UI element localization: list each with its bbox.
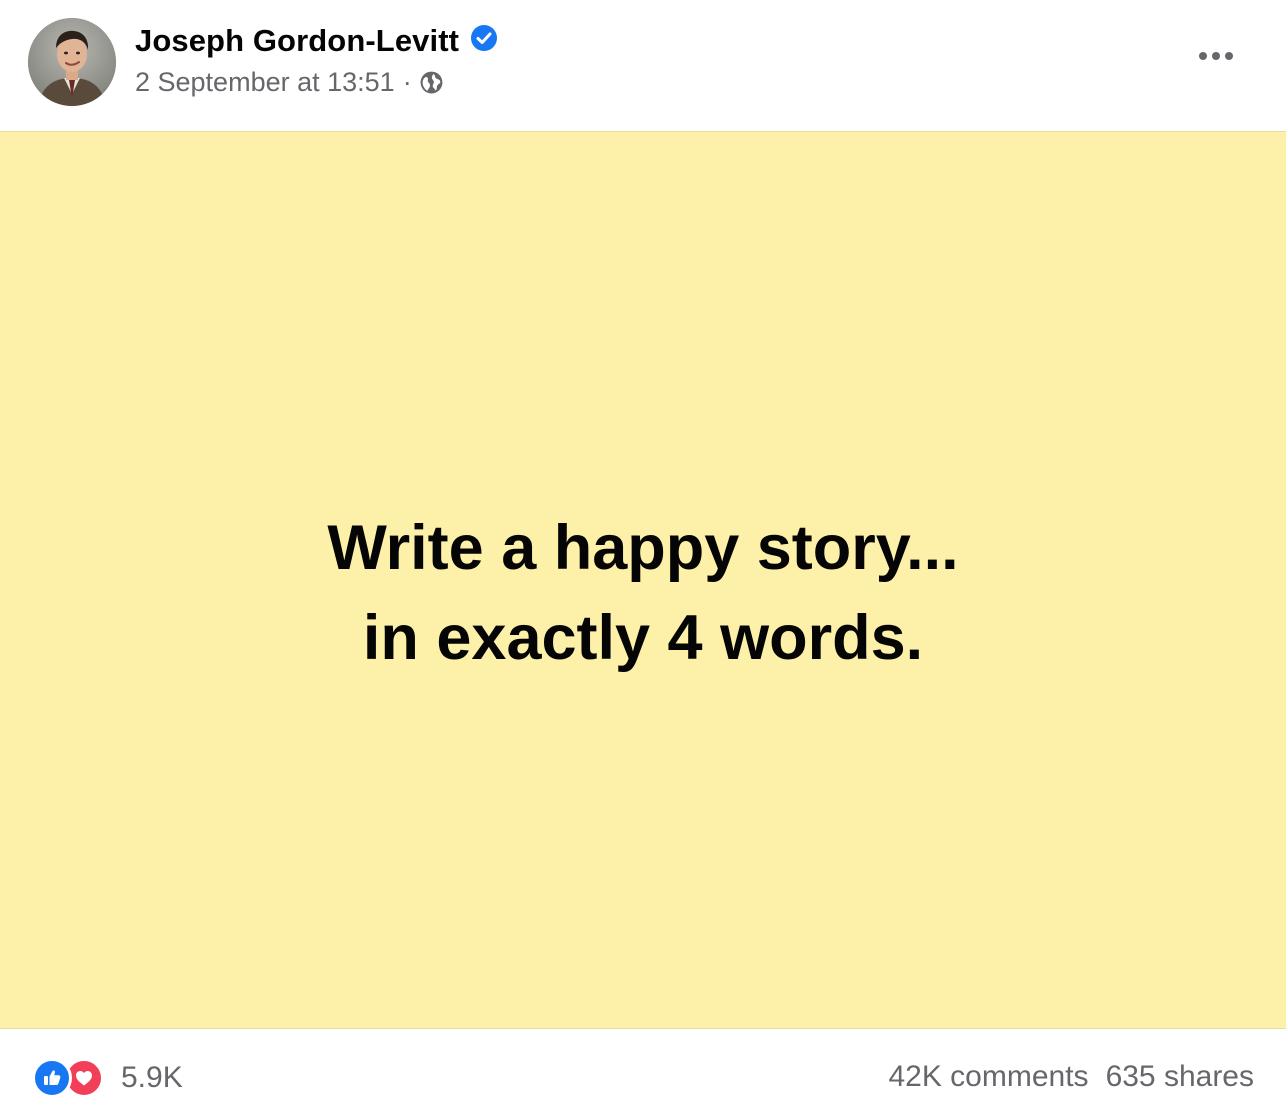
author-avatar[interactable] bbox=[28, 18, 116, 106]
author-row: Joseph Gordon-Levitt bbox=[135, 22, 498, 60]
reaction-count: 5.9K bbox=[121, 1061, 183, 1094]
post-text-line-2: in exactly 4 words. bbox=[362, 603, 924, 673]
post-text: Write a happy story... in exactly 4 word… bbox=[327, 503, 958, 683]
post-text-card: Write a happy story... in exactly 4 word… bbox=[0, 131, 1286, 1029]
like-reaction-icon bbox=[32, 1058, 72, 1098]
comments-count[interactable]: 42K comments bbox=[888, 1060, 1088, 1094]
avatar-photo bbox=[28, 18, 116, 106]
post-text-line-1: Write a happy story... bbox=[327, 513, 959, 583]
post-meta: 2 September at 13:51 · bbox=[135, 64, 444, 100]
engagement-bar: 5.9K 42K comments 635 shares bbox=[0, 1030, 1286, 1116]
more-options-icon bbox=[1199, 52, 1233, 60]
reactions-summary[interactable]: 5.9K bbox=[32, 1058, 183, 1098]
meta-separator: · bbox=[402, 66, 412, 97]
author-name[interactable]: Joseph Gordon-Levitt bbox=[135, 23, 459, 59]
post-timestamp[interactable]: 2 September at 13:51 bbox=[135, 67, 395, 98]
more-options-button[interactable] bbox=[1190, 38, 1242, 74]
engagement-counts: 42K comments 635 shares bbox=[888, 1060, 1254, 1094]
verified-badge-icon bbox=[470, 24, 498, 52]
globe-icon bbox=[419, 70, 444, 95]
shares-count[interactable]: 635 shares bbox=[1106, 1060, 1254, 1094]
post-header: Joseph Gordon-Levitt 2 September at 13:5… bbox=[0, 0, 1286, 131]
